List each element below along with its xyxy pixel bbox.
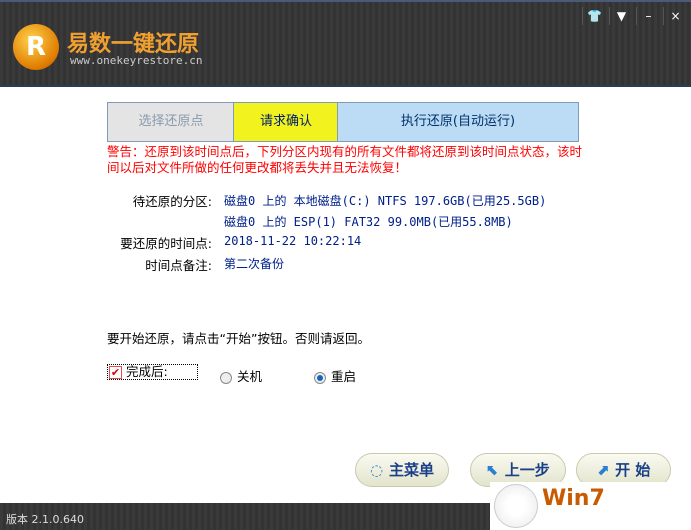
note-value: 第二次备份	[224, 257, 285, 271]
warning-text: 警告：还原到该时间点后，下列分区内现有的所有文件都将还原到该时间点状态，该时间以…	[107, 144, 583, 175]
hint-text: 要开始还原，请点击“开始”按钮。否则请返回。	[107, 331, 370, 346]
minimize-icon[interactable]: –	[636, 7, 660, 25]
app-url: www.onekeyrestore.cn	[70, 54, 203, 67]
time-label: 要还原的时间点:	[120, 236, 212, 251]
button-label: 开 始	[615, 461, 651, 479]
radio-icon	[220, 371, 232, 384]
windows-logo-icon	[494, 484, 538, 528]
radio-label: 关机	[237, 369, 263, 384]
check-icon: ✔	[109, 366, 122, 379]
radio-restart[interactable]: 重启	[314, 366, 356, 385]
watermark-text: Win7	[542, 486, 605, 511]
note-label: 时间点备注:	[145, 258, 212, 273]
menu-icon[interactable]: ▼	[609, 7, 633, 25]
after-complete-label: 完成后:	[126, 364, 168, 379]
button-label: 上一步	[504, 461, 550, 479]
close-icon[interactable]: ×	[663, 7, 687, 25]
radio-shutdown[interactable]: 关机	[220, 366, 262, 385]
step-select-point: 选择还原点	[107, 102, 235, 142]
skin-icon[interactable]: 👕	[582, 7, 606, 25]
arrow-back-icon: ⬉	[486, 461, 499, 479]
radio-selected-icon	[314, 371, 326, 384]
arrow-start-icon: ⬈	[596, 461, 610, 479]
step-confirm: 请求确认	[233, 102, 339, 142]
version-text: 版本 2.1.0.640	[6, 513, 84, 526]
button-label: 主菜单	[389, 461, 435, 479]
partition-value: 磁盘0 上的 本地磁盘(C:) NTFS 197.6GB(已用25.5GB)	[224, 194, 547, 208]
partition-label: 待还原的分区:	[132, 194, 212, 209]
time-value: 2018-11-22 10:22:14	[224, 234, 362, 248]
title-bar: R 易数一键还原 www.onekeyrestore.cn 👕 ▼ – ×	[0, 0, 691, 87]
step-indicator: 选择还原点 请求确认 执行还原(自动运行)	[107, 102, 579, 142]
watermark: Win7	[490, 482, 691, 530]
main-menu-button[interactable]: ◌ 主菜单	[355, 453, 449, 487]
radio-label: 重启	[331, 369, 357, 384]
refresh-icon: ◌	[369, 461, 384, 479]
step-execute: 执行还原(自动运行)	[337, 102, 579, 142]
after-complete-checkbox[interactable]: ✔ 完成后:	[107, 364, 198, 380]
app-logo: R	[13, 24, 59, 70]
partition-value: 磁盘0 上的 ESP(1) FAT32 99.0MB(已用55.8MB)	[224, 215, 513, 229]
